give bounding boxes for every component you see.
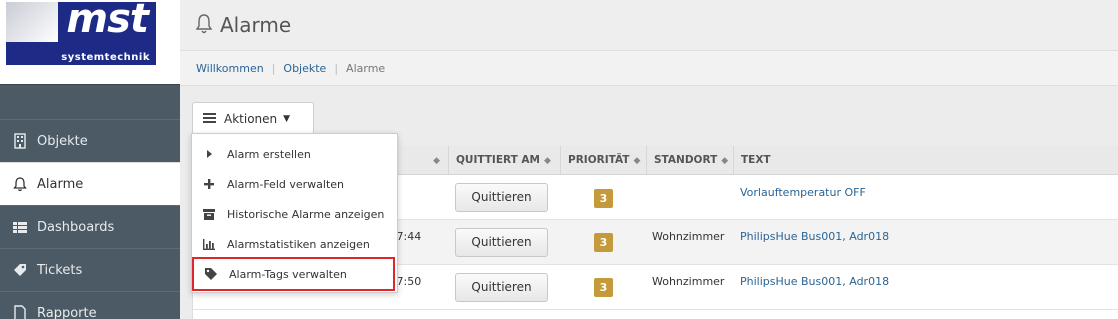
sort-icon: ◆ — [721, 156, 729, 166]
menu-item-alarmstatistiken[interactable]: Alarmstatistiken anzeigen — [192, 229, 397, 259]
archive-icon — [202, 207, 216, 221]
menu-item-label: Alarm erstellen — [227, 147, 311, 161]
quittieren-button[interactable]: Quittieren — [455, 228, 548, 257]
sort-icon[interactable]: ◆ — [393, 146, 448, 175]
bell-icon — [194, 13, 214, 38]
sidebar-item-label: Dashboards — [37, 219, 115, 235]
sidebar-item-alarme[interactable]: Alarme — [0, 162, 180, 205]
page-title: Alarme — [220, 13, 292, 37]
alarm-text-link[interactable]: PhilipsHue Bus001, Adr018 — [740, 265, 889, 310]
document-icon — [12, 305, 28, 319]
menu-item-label: Alarmstatistiken anzeigen — [227, 237, 370, 251]
location-cell: Wohnzimmer — [652, 230, 725, 243]
column-header-text[interactable]: TEXT — [733, 146, 1118, 175]
sidebar-item-tickets[interactable]: Tickets — [0, 248, 180, 291]
column-header-standort[interactable]: STANDORT ◆ — [646, 146, 733, 175]
caret-down-icon: ▼ — [283, 114, 291, 124]
bar-chart-icon — [202, 237, 216, 251]
quittieren-button[interactable]: Quittieren — [455, 273, 548, 302]
column-header-quittiert-am[interactable]: QUITTIERT AM ◆ — [448, 146, 560, 175]
sidebar-item-label: Objekte — [37, 133, 88, 149]
logo-sub-text: systemtechnik — [61, 52, 150, 63]
caret-right-icon — [202, 147, 216, 161]
menu-item-alarm-tags-verwalten[interactable]: Alarm-Tags verwalten — [192, 257, 395, 291]
sidebar: mst systemtechnik Objekte Alarme Dashboa… — [0, 0, 180, 319]
sidebar-item-dashboards[interactable]: Dashboards — [0, 205, 180, 248]
menu-item-historische-alarme[interactable]: Historische Alarme anzeigen — [192, 199, 397, 229]
breadcrumb-separator: | — [271, 61, 276, 75]
priority-badge: 3 — [594, 233, 613, 252]
bell-icon — [12, 176, 28, 192]
actions-dropdown-button[interactable]: Aktionen ▼ — [192, 102, 314, 135]
menu-item-label: Historische Alarme anzeigen — [227, 207, 385, 221]
logo-area: mst systemtechnik — [0, 0, 180, 85]
actions-label: Aktionen — [224, 112, 278, 126]
menu-item-alarm-feld-verwalten[interactable]: Alarm-Feld verwalten — [192, 169, 397, 199]
sidebar-item-label: Tickets — [37, 262, 83, 278]
breadcrumb-link-willkommen[interactable]: Willkommen — [196, 62, 264, 75]
ticket-icon — [12, 262, 28, 278]
actions-dropdown-menu: Alarm erstellen Alarm-Feld verwalten His… — [191, 133, 398, 293]
sidebar-item-rapporte[interactable]: Rapporte — [0, 291, 180, 319]
breadcrumb-link-objekte[interactable]: Objekte — [283, 62, 326, 75]
sidebar-item-label: Alarme — [37, 176, 84, 192]
breadcrumb-separator: | — [334, 61, 339, 75]
tag-icon — [204, 267, 218, 281]
menu-item-label: Alarm-Tags verwalten — [229, 267, 347, 281]
priority-badge: 3 — [594, 278, 613, 297]
sort-icon: ◆ — [633, 156, 641, 166]
logo-main-text: mst — [66, 0, 149, 42]
quittieren-button[interactable]: Quittieren — [455, 183, 548, 212]
building-icon — [12, 133, 28, 149]
menu-item-alarm-erstellen[interactable]: Alarm erstellen — [192, 139, 397, 169]
sort-icon: ◆ — [544, 156, 551, 166]
plus-icon — [202, 177, 216, 191]
page-header: Alarme — [180, 0, 1118, 51]
location-cell: Wohnzimmer — [652, 275, 725, 288]
dashboard-icon — [12, 219, 28, 235]
breadcrumb-current: Alarme — [346, 61, 386, 75]
menu-lines-icon — [203, 112, 217, 127]
sidebar-item-objekte[interactable]: Objekte — [0, 119, 180, 162]
sidebar-item-label: Rapporte — [37, 305, 97, 319]
brand-logo[interactable]: mst systemtechnik — [6, 0, 156, 65]
menu-item-label: Alarm-Feld verwalten — [227, 177, 345, 191]
alarm-text-link[interactable]: PhilipsHue Bus001, Adr018 — [740, 220, 889, 265]
breadcrumb: Willkommen | Objekte | Alarme — [180, 51, 1118, 86]
column-header-prioritaet[interactable]: PRIORITÄT ◆ — [560, 146, 646, 175]
alarm-text-link[interactable]: Vorlauftemperatur OFF — [740, 175, 866, 220]
priority-badge: 3 — [594, 189, 613, 208]
